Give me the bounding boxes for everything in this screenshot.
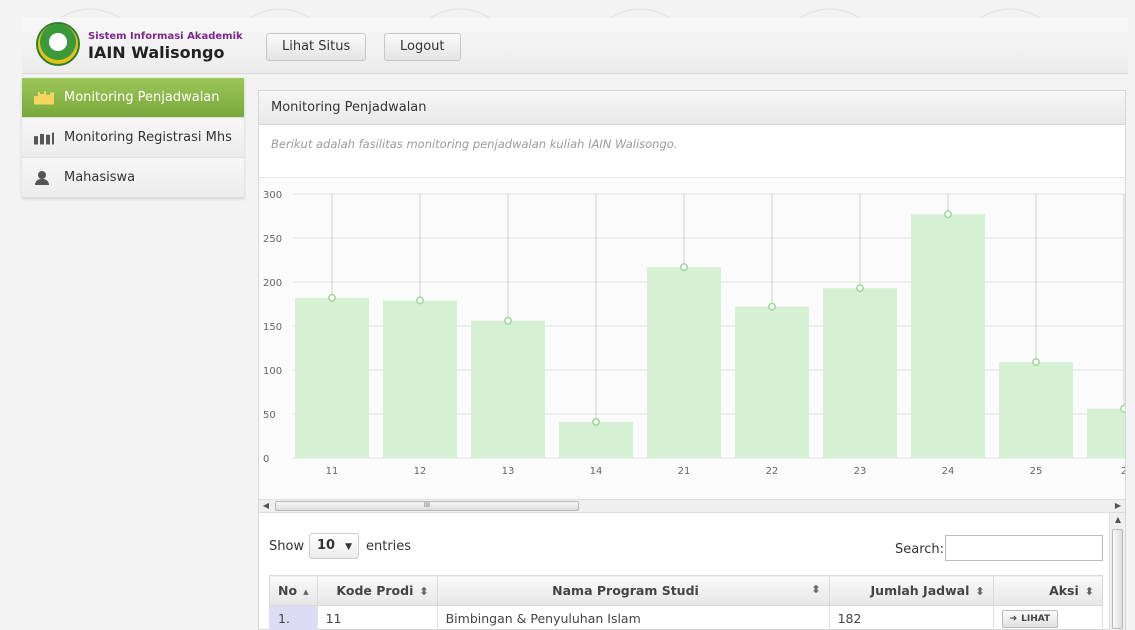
column-header-nama-program-studi[interactable]: Nama Program Studi ⬍	[436, 575, 830, 606]
scroll-left-icon[interactable]: ◀	[259, 500, 273, 512]
nama-prodi-cell: Bimbingan & Penyuluhan Islam	[436, 605, 830, 630]
sort-icon: ⬍	[419, 585, 429, 598]
scroll-up-icon[interactable]: ▲	[1110, 515, 1126, 524]
iain-logo	[36, 22, 80, 66]
sidebar-item-mahasiswa[interactable]: Mahasiswa	[22, 158, 244, 198]
y-tick-label: 50	[263, 410, 276, 421]
kode-prodi-cell: 11	[316, 605, 438, 630]
schedule-table: No ▴ Kode Prodi ⬍ Nama Program Studi ⬍ Juml…	[269, 575, 1104, 630]
data-point	[856, 284, 864, 293]
jumlah-jadwal-cell: 182	[828, 605, 994, 630]
column-header-no[interactable]: No ▴	[269, 575, 318, 606]
data-point	[416, 296, 424, 305]
sort-icon: ▴	[303, 585, 309, 598]
y-tick-label: 300	[263, 190, 282, 201]
bar	[295, 297, 369, 458]
x-tick-label: 12	[414, 466, 427, 477]
main-panel: Monitoring Penjadwalan Berikut adalah fa…	[258, 90, 1135, 630]
brand-title: IAIN Walisongo	[88, 43, 225, 62]
scroll-thumb[interactable]	[1112, 529, 1123, 629]
bar	[383, 300, 457, 458]
column-header-kode-prodi[interactable]: Kode Prodi ⬍	[316, 575, 438, 606]
lihat-button[interactable]: ➔ LIHAT	[1001, 610, 1059, 628]
sidebar-item-monitoring-registrasi[interactable]: Monitoring Registrasi Mhs	[22, 118, 244, 158]
sort-icon: ⬍	[975, 585, 985, 598]
vertical-scrollbar[interactable]: ▲	[1109, 513, 1125, 630]
sidebar: Monitoring Penjadwalan Monitoring Regist…	[22, 78, 244, 198]
column-header-jumlah-jadwal[interactable]: Jumlah Jadwal ⬍	[828, 575, 994, 606]
y-tick-label: 100	[263, 366, 282, 377]
data-point	[328, 293, 336, 302]
entries-label: entries	[366, 539, 412, 554]
user-icon	[34, 170, 54, 185]
column-header-aksi[interactable]: Aksi ⬍	[992, 575, 1104, 606]
y-tick-label: 200	[263, 278, 282, 289]
sidebar-item-label: Monitoring Penjadwalan	[64, 90, 220, 105]
scroll-thumb[interactable]: III	[275, 501, 579, 511]
data-point	[504, 316, 512, 325]
chart-icon	[34, 90, 54, 105]
entries-select[interactable]: 10 ▼	[309, 533, 359, 559]
search-label: Search:	[895, 542, 945, 557]
row-number: 1.	[269, 605, 318, 630]
bar	[647, 267, 721, 458]
bar	[471, 320, 545, 458]
bar-chart: 0 50 100 150 200 250 300 11 12 13 14 21 22 23 24 25 2	[263, 190, 1135, 477]
x-tick-label: 22	[766, 466, 779, 477]
scroll-right-icon[interactable]: ▶	[1111, 500, 1125, 512]
bar	[1087, 408, 1135, 458]
x-tick-label: 13	[502, 466, 515, 477]
lihat-situs-button[interactable]: Lihat Situs	[266, 33, 367, 61]
x-tick-label: 24	[942, 466, 955, 477]
top-header: Sistem Informasi Akademik IAIN Walisongo…	[22, 18, 1128, 74]
x-tick-label: 2	[1121, 466, 1125, 477]
brand-subtitle: Sistem Informasi Akademik	[88, 31, 243, 42]
caret-down-icon: ▼	[345, 542, 352, 552]
bar	[559, 421, 633, 458]
sort-icon: ⬍	[811, 583, 821, 596]
sort-icon: ⬍	[1084, 585, 1094, 598]
panel-description: Berikut adalah fasilitas monitoring penj…	[271, 137, 678, 151]
logout-button[interactable]: Logout	[384, 33, 461, 61]
show-label: Show	[269, 539, 305, 554]
bar	[911, 214, 985, 458]
arrow-right-icon: ➔	[1009, 614, 1018, 624]
entries-value: 10	[317, 538, 336, 553]
sidebar-item-label: Mahasiswa	[64, 170, 136, 185]
chart-area: 0 50 100 150 200 250 300 11 12 13 14 21 22 23 24 25 2	[259, 177, 1135, 509]
x-tick-label: 14	[590, 466, 603, 477]
data-point	[768, 302, 776, 311]
data-point	[1120, 404, 1128, 413]
horizontal-scrollbar[interactable]: ◀ III ▶	[259, 499, 1125, 513]
lihat-label: LIHAT	[1021, 614, 1051, 624]
bar	[823, 288, 897, 458]
x-tick-label: 21	[678, 466, 691, 477]
chart-icon	[34, 130, 54, 145]
data-point	[944, 210, 952, 219]
y-tick-label: 0	[263, 454, 269, 465]
data-point	[592, 417, 600, 426]
sidebar-item-label: Monitoring Registrasi Mhs	[64, 130, 232, 145]
search-input[interactable]	[945, 535, 1103, 561]
x-tick-label: 23	[854, 466, 867, 477]
bar	[735, 306, 809, 458]
y-tick-label: 250	[263, 234, 282, 245]
x-tick-label: 25	[1030, 466, 1043, 477]
sidebar-item-monitoring-penjadwalan[interactable]: Monitoring Penjadwalan	[22, 78, 244, 118]
x-tick-label: 11	[326, 466, 339, 477]
table-row: 1. 11 Bimbingan & Penyuluhan Islam 182 ➔…	[269, 605, 1104, 630]
y-tick-label: 150	[263, 322, 282, 333]
panel-title: Monitoring Penjadwalan	[259, 91, 1125, 125]
table-controls: Show 10 ▼ entries Search:	[269, 531, 1103, 561]
data-point	[1032, 358, 1040, 367]
bar	[999, 362, 1073, 458]
aksi-cell: ➔ LIHAT	[992, 605, 1104, 630]
data-point	[680, 263, 688, 271]
